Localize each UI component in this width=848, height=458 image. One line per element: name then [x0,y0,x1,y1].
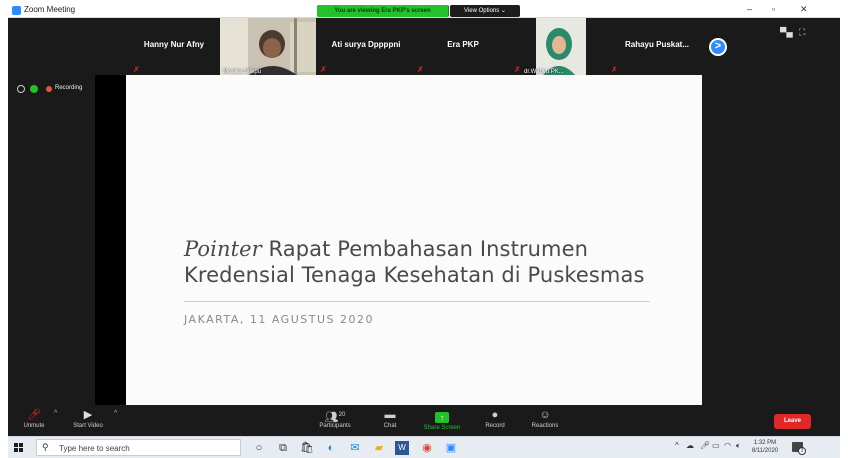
tray-overflow-icon[interactable]: ^ [675,441,679,450]
slide-title: Pointer Rapat Pembahasan Instrumen Krede… [184,236,645,288]
participants-button[interactable]: 👥︎20 Participants [311,407,359,435]
maximize-button[interactable]: ▫ [772,4,775,14]
mail-icon[interactable]: ✉ [347,440,363,456]
volume-icon[interactable]: 🔈︎ [736,441,741,451]
title-bar: Zoom Meeting You are viewing Era PKP's s… [8,3,840,18]
meeting-toolbar: 🎤︎ Unmute ^ ▶ Start Video ^ 👥︎20 Partici… [8,405,840,436]
participant-tile[interactable]: Rahayu Puskat... ✗ [609,18,705,76]
mic-off-icon: ✗ [417,65,424,74]
view-options-label: View Options [464,8,500,14]
mic-muted-icon: 🎤︎ [27,409,41,421]
leave-button[interactable]: Leave [774,414,811,429]
battery-icon[interactable]: ▭ [712,441,720,450]
taskbar-search-input[interactable] [59,442,234,454]
chrome-icon[interactable]: ◉ [419,440,435,456]
zoom-app-icon [12,6,21,15]
slide-divider [184,301,650,302]
participants-icon: 👥︎20 [324,411,346,424]
unmute-button[interactable]: 🎤︎ Unmute [10,407,58,435]
window-title: Zoom Meeting [24,5,76,14]
zoom-meeting-screen: Zoom Meeting You are viewing Era PKP's s… [8,3,840,458]
participant-video-feed [512,18,608,76]
participant-tile[interactable]: Era PKP ✗ [415,18,511,76]
fullscreen-icon[interactable]: ⛶ [799,27,805,38]
participant-video-tile[interactable]: Monika Sitepu [220,18,316,76]
video-off-icon: ▶ [83,409,93,421]
participant-name: Ati surya Dppppni [331,40,401,49]
meeting-info-icon[interactable] [17,85,25,93]
record-label: Record [485,423,505,429]
mic-off-icon: ✗ [133,65,140,74]
chat-label: Chat [383,423,397,429]
participant-tile[interactable]: Ati surya Dppppni ✗ [318,18,414,76]
record-button[interactable]: ● Record [471,407,519,435]
start-video-button[interactable]: ▶ Start Video [64,407,112,435]
shared-screen-area: Pointer Rapat Pembahasan Instrumen Krede… [95,75,702,405]
video-options-caret[interactable]: ^ [114,410,117,417]
edge-browser-icon[interactable]: ◐ [323,440,339,456]
next-participants-button[interactable]: > [709,38,727,56]
screen-share-banner: You are viewing Era PKP's screen [317,5,449,17]
mic-off-icon: ✗ [611,65,618,74]
close-button[interactable]: ✕ [800,4,808,15]
zoom-taskbar-icon[interactable]: ▣ [443,440,459,456]
participant-name: Era PKP [447,40,479,49]
view-options-button[interactable]: View Options ⌄ [450,5,520,17]
file-explorer-icon[interactable]: ▰ [371,440,387,456]
windows-start-icon[interactable] [14,443,24,453]
start-video-label: Start Video [73,423,103,429]
wifi-icon[interactable]: ◠ [724,441,731,450]
chat-button[interactable]: ▬ Chat [366,407,414,435]
record-icon: ● [491,409,499,421]
slide-title-italic: Pointer [184,237,262,261]
recording-label: Recording [55,85,83,91]
participant-video-tile[interactable]: ✗ dr.Wahyu PK... [512,18,608,76]
slide-title-line2: Kredensial Tenaga Kesehatan di Puskesmas [184,263,645,287]
share-screen-label: Share Screen [423,425,461,431]
cortana-icon[interactable]: ○ [251,440,267,456]
participants-label: Participants [319,423,351,429]
reactions-icon: ☺ [539,409,551,421]
chat-icon: ▬ [384,409,396,421]
task-view-icon[interactable]: ⧉ [275,440,291,456]
mic-off-icon: ✗ [320,65,327,74]
slide-title-line1: Rapat Pembahasan Instrumen [261,237,589,261]
participant-video-feed [220,18,316,76]
word-icon[interactable]: W [395,441,409,455]
security-shield-icon[interactable] [30,85,38,93]
notification-count-badge: 3 [798,447,806,455]
reactions-button[interactable]: ☺ Reactions [521,407,569,435]
participants-count: 20 [338,412,346,418]
windows-taskbar: ⚲ ○ ⧉ 🛍︎ ◐ ✉ ▰ W ◉ ▣ ^ ☁ 🎤︎ ▭ ◠ 🔈︎ 1:32 … [8,436,840,458]
participant-name: Hanny Nur Afny [143,40,205,49]
audio-options-caret[interactable]: ^ [54,410,57,417]
microphone-tray-icon[interactable]: 🎤︎ [700,441,710,450]
onedrive-icon[interactable]: ☁ [686,441,694,450]
clock-date: 8/11/2020 [751,448,779,454]
presentation-slide: Pointer Rapat Pembahasan Instrumen Krede… [126,75,702,405]
reactions-label: Reactions [531,423,559,429]
unmute-label: Unmute [23,423,45,429]
participant-name: Rahayu Puskat... [624,40,690,49]
taskbar-search[interactable]: ⚲ [36,439,241,456]
taskbar-clock[interactable]: 1:32 PM 8/11/2020 [748,439,782,455]
clock-time: 1:32 PM [753,440,777,446]
store-icon[interactable]: 🛍︎ [299,440,315,456]
participant-strip: Hanny Nur Afny ✗ Monika Sitepu Ati surya… [8,18,840,76]
recording-dot-icon [46,86,52,92]
view-layout-icon[interactable]: ▀▄ [780,27,793,37]
mic-off-icon: ✗ [514,65,521,74]
slide-subtitle: JAKARTA, 11 AGUSTUS 2020 [184,313,374,326]
search-icon: ⚲ [42,442,49,452]
participant-tile[interactable]: Hanny Nur Afny ✗ [131,18,217,76]
minimize-button[interactable]: – [747,4,752,14]
viewing-banner-text: You are viewing Era PKP's screen [317,5,448,17]
share-screen-icon: ↑ [435,412,449,423]
share-screen-button[interactable]: ↑ Share Screen [418,407,466,435]
